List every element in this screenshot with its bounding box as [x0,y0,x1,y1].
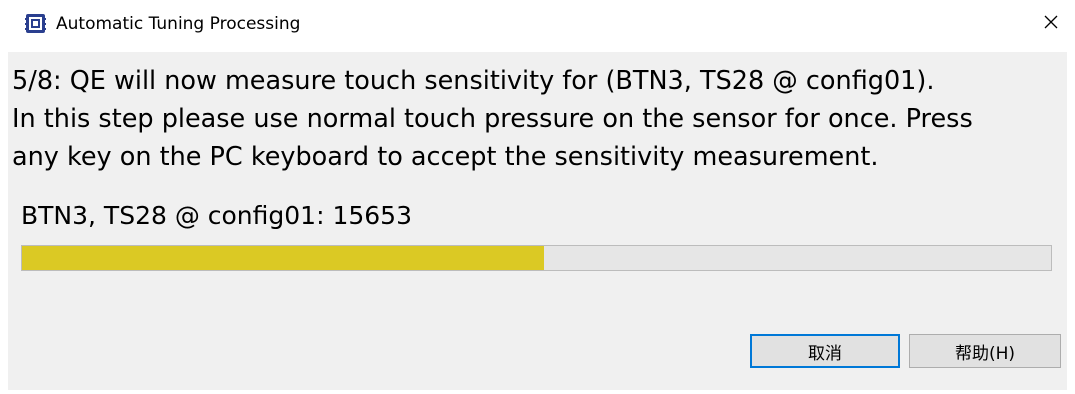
message-line: 5/8: QE will now measure touch sensitivi… [12,66,935,96]
message-line: In this step please use normal touch pre… [12,104,973,134]
app-icon [25,13,46,34]
message-line: any key on the PC keyboard to accept the… [12,142,879,172]
instruction-message: 5/8: QE will now measure touch sensitivi… [12,62,1062,176]
progress-fill [22,246,544,270]
progress-bar [21,245,1052,271]
dialog-content: 5/8: QE will now measure touch sensitivi… [8,52,1067,390]
window-title: Automatic Tuning Processing [56,14,301,34]
title-bar: Automatic Tuning Processing [0,0,1075,48]
close-button[interactable] [1027,0,1075,48]
help-button[interactable]: 帮助(H) [909,334,1061,368]
close-icon [1043,14,1059,34]
measurement-label: BTN3, TS28 @ config01: 15653 [21,201,412,230]
cancel-button[interactable]: 取消 [750,334,900,368]
